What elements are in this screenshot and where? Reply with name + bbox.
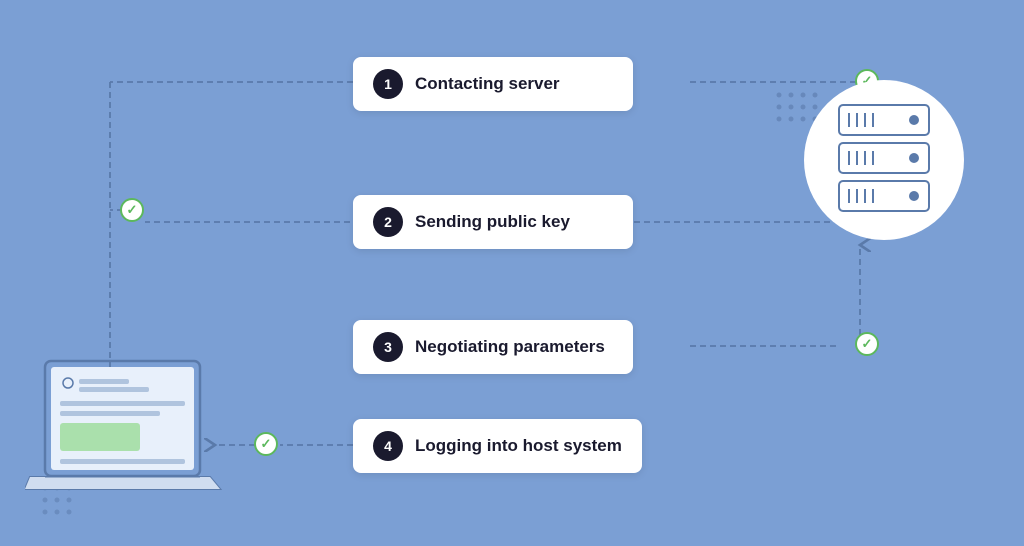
server-illustration bbox=[804, 80, 964, 260]
step-3-number: 3 bbox=[373, 332, 403, 362]
check-circle-4 bbox=[254, 432, 278, 456]
step-3-label: Negotiating parameters bbox=[415, 337, 605, 357]
step-1-label: Contacting server bbox=[415, 74, 560, 94]
diagram-container: 1 Contacting server 2 Sending public key… bbox=[0, 0, 1024, 546]
check-circle-2 bbox=[120, 198, 144, 222]
step-1-box: 1 Contacting server bbox=[353, 57, 633, 111]
check-circle-3 bbox=[855, 332, 879, 356]
step-4-label: Logging into host system bbox=[415, 436, 622, 456]
step-2-box: 2 Sending public key bbox=[353, 195, 633, 249]
server-icon bbox=[829, 95, 939, 225]
step-1-number: 1 bbox=[373, 69, 403, 99]
step-3-box: 3 Negotiating parameters bbox=[353, 320, 633, 374]
step-2-label: Sending public key bbox=[415, 212, 570, 232]
step-2-number: 2 bbox=[373, 207, 403, 237]
step-4-number: 4 bbox=[373, 431, 403, 461]
step-4-box: 4 Logging into host system bbox=[353, 419, 642, 473]
laptop-illustration bbox=[25, 351, 245, 521]
